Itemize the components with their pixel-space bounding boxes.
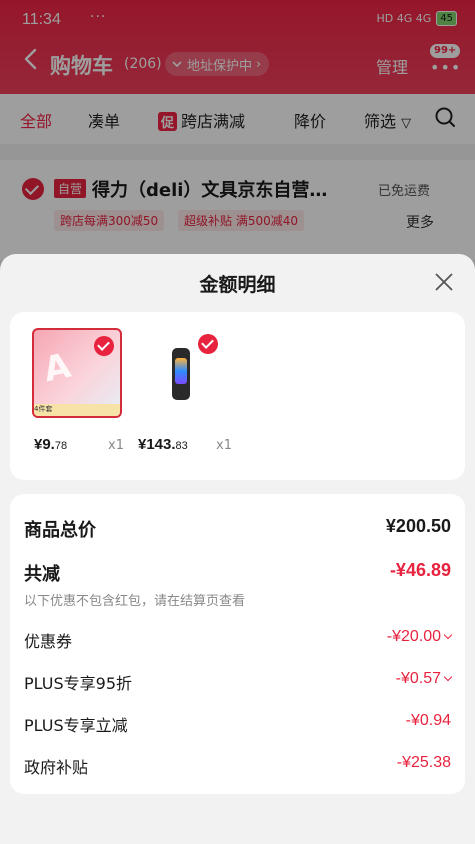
goods-qty: x1 [108, 438, 124, 453]
discount-label: PLUS专享95折 [24, 674, 132, 693]
discount-value: -¥0.57 [396, 670, 453, 688]
chevron-down-icon [443, 630, 453, 640]
discount-row-plus-reduce: PLUS专享立减 -¥0.94 [24, 710, 451, 736]
goods-price: ¥143.83 [138, 436, 188, 453]
discount-value: -¥0.94 [405, 712, 451, 729]
chevron-down-icon [443, 672, 453, 682]
discount-label: PLUS专享立减 [24, 716, 128, 735]
goods-item[interactable]: ¥143.83 x1 [136, 328, 232, 456]
goods-price: ¥9.78 [34, 436, 68, 453]
goods-qty: x1 [216, 438, 232, 453]
product-thumbnail: A 4件套 [32, 328, 122, 418]
product-image-art: A [40, 345, 75, 391]
total-reduce-value: -¥46.89 [389, 560, 451, 580]
discount-value: -¥20.00 [387, 628, 453, 646]
goods-item[interactable]: A 4件套 ¥9.78 x1 [32, 328, 128, 456]
total-price-value: ¥200.50 [385, 516, 451, 536]
product-thumbnail [136, 328, 226, 418]
total-price-row: 商品总价 ¥200.50 [24, 514, 451, 541]
discount-label: 政府补贴 [24, 758, 89, 777]
watch-screen [175, 358, 187, 384]
product-thumb-tag: 4件套 [34, 404, 120, 416]
discount-note: 以下优惠不包含红包，请在结算页查看 [24, 594, 246, 609]
total-reduce-label: 共减 [24, 564, 60, 585]
total-reduce-row: 共减 -¥46.89 [24, 558, 451, 585]
discount-value: -¥25.38 [396, 754, 451, 771]
checked-icon [94, 336, 114, 356]
discount-row-gov-subsidy: 政府补贴 -¥25.38 [24, 752, 451, 778]
sheet-title: 金额明细 [199, 274, 276, 296]
goods-card: A 4件套 ¥9.78 x1 ¥143.83 x1 [10, 312, 465, 480]
discount-row-plus95[interactable]: PLUS专享95折 -¥0.57 [24, 668, 453, 694]
close-icon[interactable] [432, 270, 456, 294]
checked-icon [198, 334, 218, 354]
total-price-label: 商品总价 [24, 520, 96, 541]
amount-detail-sheet: 金额明细 A 4件套 ¥9.78 x1 ¥143.83 x1 商品总价 ¥200… [0, 254, 475, 844]
discount-label: 优惠券 [24, 632, 73, 651]
summary-card: 商品总价 ¥200.50 共减 -¥46.89 以下优惠不包含红包，请在结算页查… [10, 494, 465, 794]
discount-row-coupon[interactable]: 优惠券 -¥20.00 [24, 626, 453, 652]
